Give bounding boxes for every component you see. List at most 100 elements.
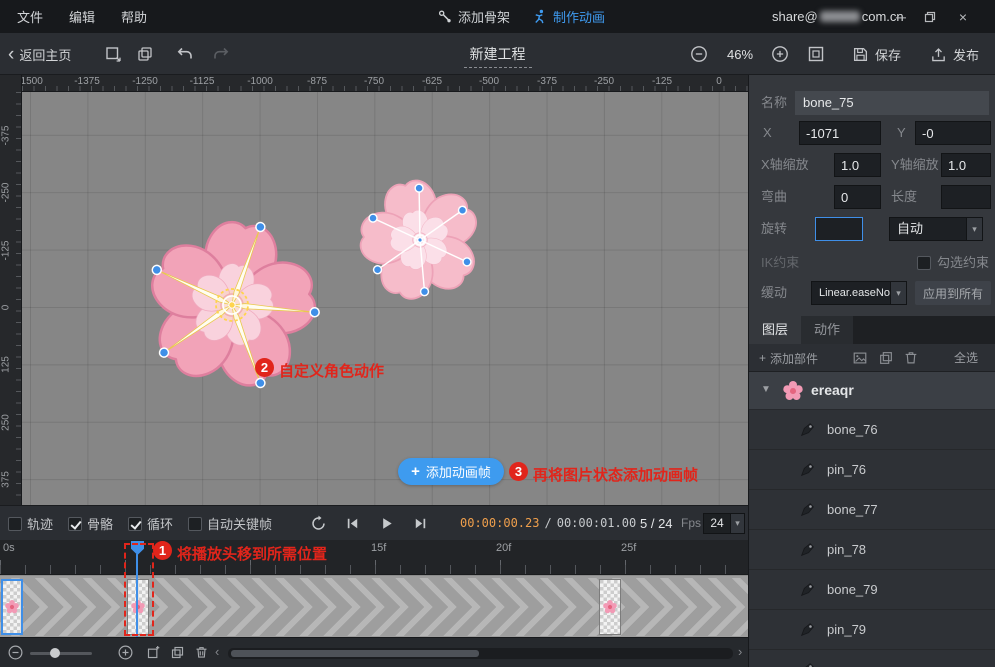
scale-x-input[interactable] [834,153,881,177]
back-home-label: 返回主页 [19,47,72,63]
minimize-button[interactable]: ─ [893,9,909,25]
stage-canvas[interactable]: 2 自定义角色动作 + 添加动画帧 3 再将图片状态添加动画帧 [22,92,748,505]
step-back-button[interactable] [340,511,364,535]
loop-checkbox[interactable] [128,516,143,531]
tree-expand-icon[interactable]: ▼ [761,384,771,395]
zoom-in-button[interactable] [771,45,789,63]
tree-item-partial[interactable] [749,650,995,667]
duplicate-button[interactable] [136,45,154,63]
select-all-button[interactable]: 全选 [954,344,978,372]
scroll-right-button[interactable]: › [738,644,742,659]
y-input[interactable] [915,121,991,145]
ease-select[interactable]: Linear.easeNone ▾ [811,281,907,305]
ruler-frame-label: 15f [371,542,387,554]
account-prefix: share@ [772,9,818,24]
flower-artwork[interactable] [22,92,748,505]
tree-item-pin-76[interactable]: pin_76 [749,450,995,490]
menu-help[interactable]: 帮助 [108,7,160,26]
ruler-h-label: -1250 [132,76,158,87]
close-button[interactable]: × [955,9,971,25]
play-button[interactable] [374,511,398,535]
tab-add-skeleton[interactable]: 添加骨架 [437,7,510,26]
ik-checkbox[interactable] [917,256,931,270]
delete-layer-button[interactable] [903,350,919,366]
timeline-ruler[interactable]: 0s 15f 20f 25f [0,540,748,575]
copy-frame-button[interactable] [146,645,162,661]
timeline-track[interactable] [0,575,748,637]
undo-button[interactable] [176,45,194,63]
tree-item-pin-78[interactable]: pin_78 [749,530,995,570]
rotate-input[interactable] [815,217,863,241]
scroll-left-button[interactable]: ‹ [215,644,219,659]
tree-item-bone-79[interactable]: bone_79 [749,570,995,610]
reset-loop-button[interactable] [306,511,330,535]
keyframe-cell-0[interactable] [1,579,23,635]
toggle-loop[interactable]: 循环 [128,514,173,533]
tree-root-ereaqr[interactable]: ▼ ereaqr [749,372,995,410]
zoom-out-button[interactable] [690,45,708,63]
tree-item-pin-79[interactable]: pin_79 [749,610,995,650]
publish-icon [932,47,945,61]
add-animation-frame-button[interactable]: + 添加动画帧 [398,458,504,485]
restore-button[interactable] [924,11,940,23]
publish-button[interactable]: 发布 [930,33,979,75]
back-home-button[interactable]: ‹ 返回主页 [8,33,71,75]
ruler-h-label: -250 [593,76,614,87]
toolbar: ‹ 返回主页 新建工程 46% 保存 发布 [0,33,995,75]
tree-item-label: bone_79 [827,582,878,597]
bone-icon [799,661,816,667]
project-title[interactable]: 新建工程 [463,44,532,68]
keyframe-cell-24[interactable] [599,579,621,635]
toggle-track[interactable]: 轨迹 [8,514,53,533]
name-label: 名称 [761,95,788,110]
flower-keyframe-icon [603,600,617,614]
timeline-zoom-slider[interactable] [30,652,92,655]
bend-input[interactable] [834,185,881,209]
timeline-hscrollbar-thumb[interactable] [231,650,479,657]
toggle-bones[interactable]: 骨骼 [68,514,113,533]
add-part-button[interactable]: + 添加部件 [759,344,818,372]
tree-item-bone-77[interactable]: bone_77 [749,490,995,530]
fps-select[interactable]: 24 ▾ [703,513,745,534]
duplicate-layer-button[interactable] [878,350,894,366]
name-value: bone_75 [795,91,989,115]
tree-item-bone-76[interactable]: bone_76 [749,410,995,450]
fit-view-button[interactable] [807,45,825,63]
capture-button[interactable] [104,45,122,63]
autokey-checkbox[interactable] [188,516,203,531]
ruler-h-label: -375 [536,76,557,87]
bone-icon [799,461,816,478]
save-button[interactable]: 保存 [852,33,901,75]
paste-frame-icon [171,646,184,659]
x-input[interactable] [799,121,881,145]
redo-button[interactable] [212,45,230,63]
menu-file[interactable]: 文件 [4,7,56,26]
timeline-zoom-handle[interactable] [50,648,60,658]
duplicate-icon [138,47,152,61]
step-forward-button[interactable] [408,511,432,535]
back-chevron-icon: ‹ [8,43,15,65]
tab-actions[interactable]: 动作 [801,316,853,344]
menu-edit[interactable]: 编辑 [56,7,108,26]
bone-icon [799,621,816,638]
length-input[interactable] [941,185,991,209]
apply-to-all-button[interactable]: 应用到所有 [915,281,991,305]
toggle-autokey[interactable]: 自动关键帧 [188,514,272,533]
bones-checkbox[interactable] [68,516,83,531]
tree-item-label: pin_78 [827,542,867,557]
loop-icon [311,515,325,530]
zoom-out-timeline-button[interactable] [8,645,24,661]
restore-icon [924,11,936,22]
ruler-v-label: 375 [0,471,12,488]
tab-layers[interactable]: 图层 [749,316,801,344]
zoom-in-timeline-button[interactable] [118,645,134,661]
fps-label: Fps [681,516,702,530]
delete-frame-button[interactable] [194,645,210,661]
scale-y-input[interactable] [941,153,991,177]
paste-frame-button[interactable] [170,645,186,661]
ruler-h-label: -125 [651,76,672,87]
track-checkbox[interactable] [8,516,22,531]
image-button[interactable] [852,350,868,366]
tab-make-animation[interactable]: 制作动画 [532,7,605,26]
rotate-mode-select[interactable]: 自动 ▾ [889,217,983,241]
